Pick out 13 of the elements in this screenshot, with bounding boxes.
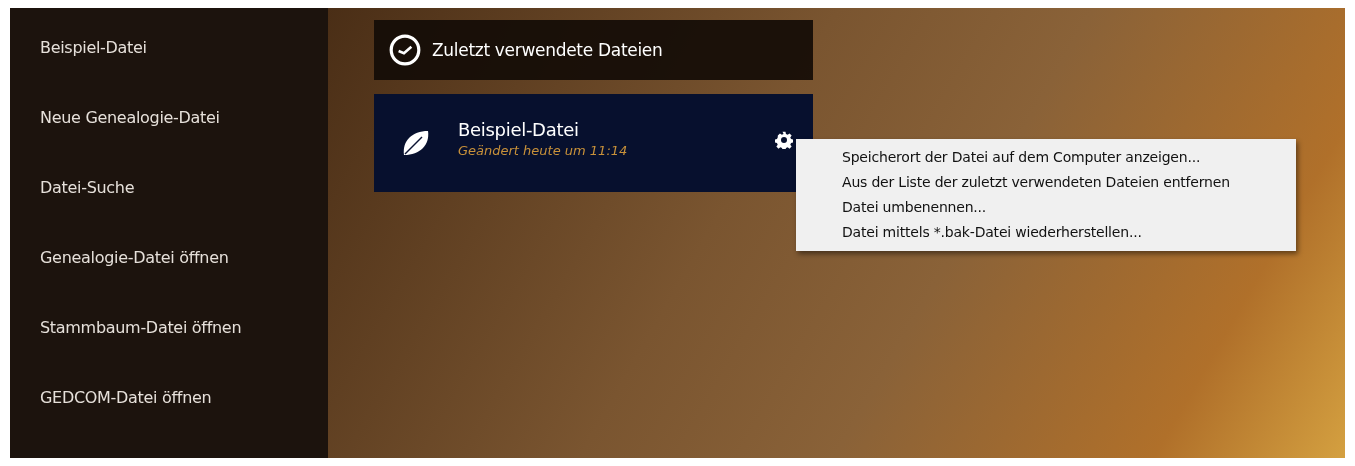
sidebar-item[interactable]: GEDCOM-Datei öffnen bbox=[10, 388, 328, 458]
sidebar-item[interactable]: Genealogie-Datei öffnen bbox=[10, 248, 328, 318]
sidebar-item[interactable]: Stammbaum-Datei öffnen bbox=[10, 318, 328, 388]
menu-item[interactable]: Datei mittels *.bak-Datei wiederherstellen... bbox=[796, 220, 1296, 245]
sidebar-item[interactable]: Beispiel-Datei bbox=[10, 38, 328, 108]
file-name: Beispiel-Datei bbox=[458, 118, 580, 140]
sidebar-item[interactable]: Datei-Suche bbox=[10, 178, 328, 248]
section-title: Zuletzt verwendete Dateien bbox=[432, 40, 663, 60]
recent-file-card[interactable]: Beispiel-Datei Geändert heute um 11:14 bbox=[374, 94, 813, 192]
sidebar-item[interactable]: Neue Genealogie-Datei bbox=[10, 108, 328, 178]
menu-item[interactable]: Datei umbenennen... bbox=[796, 195, 1296, 220]
modified-date: Geändert heute um 11:14 bbox=[458, 142, 629, 158]
settings-icon[interactable] bbox=[775, 131, 793, 149]
